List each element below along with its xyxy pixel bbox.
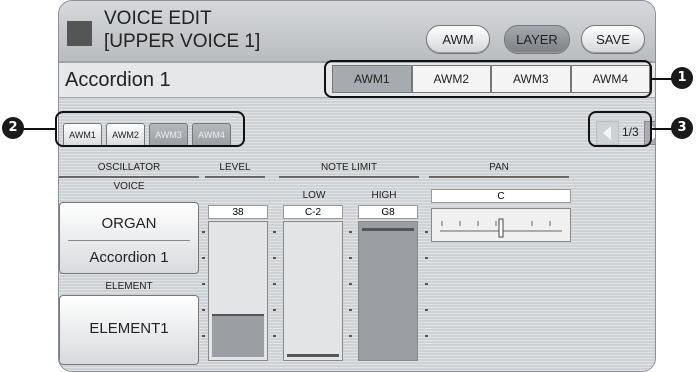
pan-slider[interactable] <box>431 208 571 242</box>
high-slider[interactable] <box>358 221 418 361</box>
callout-box-page-nav <box>588 111 652 147</box>
awm-button[interactable]: AWM <box>426 25 490 54</box>
voice-name: Accordion 1 <box>65 69 171 91</box>
callout-marker-2: 2 <box>2 117 24 139</box>
pan-scale <box>440 218 562 238</box>
pan-value: C <box>431 189 571 203</box>
voice-select-button[interactable]: ORGAN Accordion 1 <box>59 202 199 274</box>
page-subtitle: [UPPER VOICE 1] <box>104 31 261 52</box>
high-scale <box>425 231 428 356</box>
level-scale <box>202 231 205 356</box>
voice-edit-panel: VOICE EDIT [UPPER VOICE 1] AWM LAYER SAV… <box>58 0 656 372</box>
voice-selected: Accordion 1 <box>89 249 169 266</box>
section-pan: PAN <box>429 160 569 178</box>
section-oscillator: OSCILLATOR <box>59 160 199 178</box>
voice-category: ORGAN <box>101 215 157 232</box>
low-value: C-2 <box>283 205 343 219</box>
callout-line <box>652 128 672 130</box>
section-level: LEVEL <box>205 160 265 178</box>
layer-button[interactable]: LAYER <box>504 25 570 54</box>
level-slider-fill <box>212 313 264 357</box>
save-button[interactable]: SAVE <box>581 25 645 54</box>
callout-box-element-buttons <box>55 111 245 147</box>
callout-marker-3: 3 <box>671 117 693 139</box>
level-slider[interactable] <box>208 221 268 361</box>
low-scale <box>273 231 276 356</box>
low-label: LOW <box>302 190 326 201</box>
level-value: 38 <box>208 205 268 219</box>
section-note-limit: NOTE LIMIT <box>279 160 419 178</box>
element-name: ELEMENT1 <box>89 320 169 337</box>
element-select-button[interactable]: ELEMENT1 <box>59 295 199 365</box>
note-scale <box>349 231 352 356</box>
high-label: HIGH <box>371 190 397 201</box>
header-bar: VOICE EDIT [UPPER VOICE 1] AWM LAYER SAV… <box>59 1 655 63</box>
callout-marker-1: 1 <box>671 67 693 89</box>
high-slider-handle <box>362 228 414 231</box>
divider <box>68 240 190 241</box>
voice-label: VOICE <box>113 181 145 192</box>
callout-line <box>652 78 672 80</box>
low-slider-handle <box>287 354 339 357</box>
callout-line <box>23 128 55 130</box>
element-label: ELEMENT <box>105 281 153 292</box>
screen-icon <box>67 21 92 46</box>
low-slider[interactable] <box>283 221 343 361</box>
page-title: VOICE EDIT <box>104 8 212 29</box>
high-value: G8 <box>358 205 418 219</box>
callout-box-awm-tabs <box>324 60 652 98</box>
